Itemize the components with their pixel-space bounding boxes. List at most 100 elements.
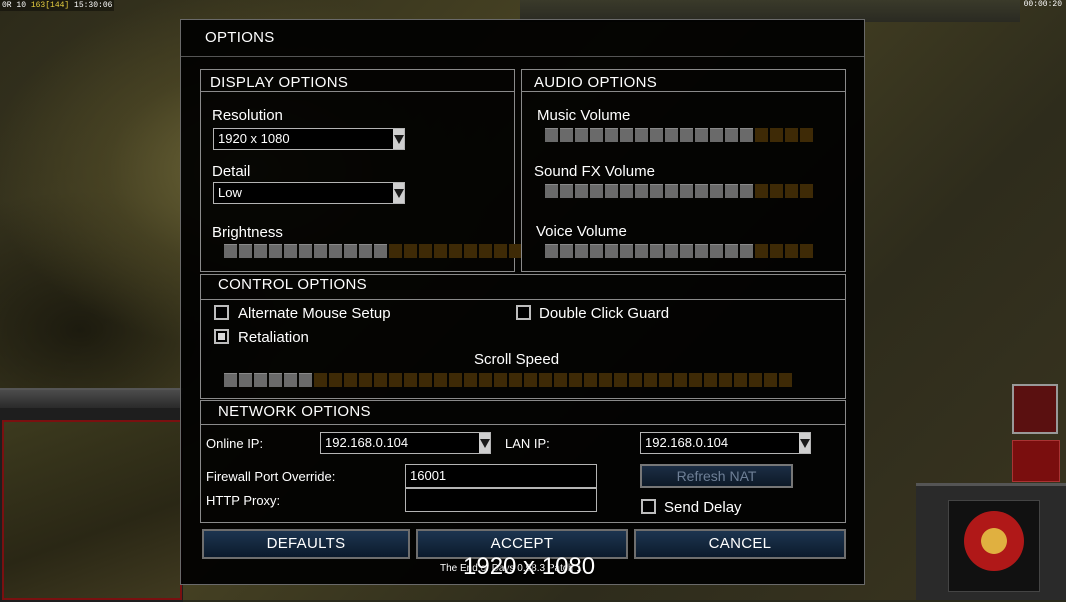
slider-segment[interactable] [629,373,642,387]
slider-segment[interactable] [620,128,633,142]
slider-segment[interactable] [605,128,618,142]
slider-segment[interactable] [560,244,573,258]
slider-segment[interactable] [689,373,702,387]
slider-segment[interactable] [644,373,657,387]
slider-segment[interactable] [560,184,573,198]
sound-fx-volume-slider[interactable] [545,184,813,198]
slider-segment[interactable] [284,373,297,387]
slider-segment[interactable] [710,184,723,198]
slider-segment[interactable] [545,184,558,198]
slider-segment[interactable] [389,373,402,387]
slider-segment[interactable] [254,373,267,387]
slider-segment[interactable] [329,373,342,387]
voice-volume-slider[interactable] [545,244,813,258]
slider-segment[interactable] [770,184,783,198]
slider-segment[interactable] [224,244,237,258]
dropdown-arrow-icon[interactable] [393,183,404,203]
slider-segment[interactable] [479,244,492,258]
send-delay-checkbox[interactable] [641,499,656,514]
slider-segment[interactable] [545,244,558,258]
slider-segment[interactable] [605,184,618,198]
slider-segment[interactable] [800,128,813,142]
slider-segment[interactable] [329,244,342,258]
slider-segment[interactable] [344,244,357,258]
slider-segment[interactable] [239,244,252,258]
slider-segment[interactable] [800,244,813,258]
slider-segment[interactable] [725,128,738,142]
slider-segment[interactable] [695,244,708,258]
slider-segment[interactable] [665,244,678,258]
slider-segment[interactable] [269,244,282,258]
slider-segment[interactable] [650,128,663,142]
slider-segment[interactable] [314,373,327,387]
slider-segment[interactable] [680,244,693,258]
slider-segment[interactable] [674,373,687,387]
slider-segment[interactable] [755,128,768,142]
slider-segment[interactable] [575,128,588,142]
firewall-port-input[interactable]: 16001 [405,464,597,488]
brightness-slider[interactable] [224,244,522,258]
slider-segment[interactable] [404,373,417,387]
slider-segment[interactable] [590,128,603,142]
slider-segment[interactable] [449,373,462,387]
slider-segment[interactable] [665,128,678,142]
refresh-nat-button[interactable]: Refresh NAT [640,464,793,488]
slider-segment[interactable] [284,244,297,258]
slider-segment[interactable] [359,244,372,258]
slider-segment[interactable] [785,244,798,258]
cancel-button[interactable]: CANCEL [634,529,846,559]
slider-segment[interactable] [764,373,777,387]
slider-segment[interactable] [755,184,768,198]
slider-segment[interactable] [590,244,603,258]
slider-segment[interactable] [650,244,663,258]
detail-dropdown[interactable]: Low [213,182,405,204]
slider-segment[interactable] [635,128,648,142]
slider-segment[interactable] [434,244,447,258]
slider-segment[interactable] [239,373,252,387]
slider-segment[interactable] [734,373,747,387]
slider-segment[interactable] [539,373,552,387]
slider-segment[interactable] [464,373,477,387]
slider-segment[interactable] [509,373,522,387]
slider-segment[interactable] [374,244,387,258]
slider-segment[interactable] [359,373,372,387]
lan-ip-dropdown[interactable]: 192.168.0.104 [640,432,811,454]
slider-segment[interactable] [635,184,648,198]
slider-segment[interactable] [725,244,738,258]
slider-segment[interactable] [749,373,762,387]
slider-segment[interactable] [719,373,732,387]
slider-segment[interactable] [494,373,507,387]
slider-segment[interactable] [569,373,582,387]
slider-segment[interactable] [740,128,753,142]
slider-segment[interactable] [665,184,678,198]
slider-segment[interactable] [524,373,537,387]
scroll-speed-slider[interactable] [224,373,792,387]
slider-segment[interactable] [299,373,312,387]
slider-segment[interactable] [779,373,792,387]
dropdown-arrow-icon[interactable] [799,433,810,453]
dropdown-arrow-icon[interactable] [393,129,404,149]
double-click-guard-checkbox[interactable] [516,305,531,320]
slider-segment[interactable] [434,373,447,387]
http-proxy-input[interactable] [405,488,597,512]
slider-segment[interactable] [605,244,618,258]
slider-segment[interactable] [710,128,723,142]
online-ip-dropdown[interactable]: 192.168.0.104 [320,432,491,454]
dropdown-arrow-icon[interactable] [479,433,490,453]
slider-segment[interactable] [560,128,573,142]
slider-segment[interactable] [599,373,612,387]
slider-segment[interactable] [614,373,627,387]
slider-segment[interactable] [770,244,783,258]
slider-segment[interactable] [575,244,588,258]
slider-segment[interactable] [710,244,723,258]
slider-segment[interactable] [740,244,753,258]
slider-segment[interactable] [740,184,753,198]
music-volume-slider[interactable] [545,128,813,142]
slider-segment[interactable] [725,184,738,198]
slider-segment[interactable] [695,184,708,198]
slider-segment[interactable] [620,244,633,258]
defaults-button[interactable]: DEFAULTS [202,529,410,559]
slider-segment[interactable] [464,244,477,258]
slider-segment[interactable] [314,244,327,258]
slider-segment[interactable] [419,244,432,258]
